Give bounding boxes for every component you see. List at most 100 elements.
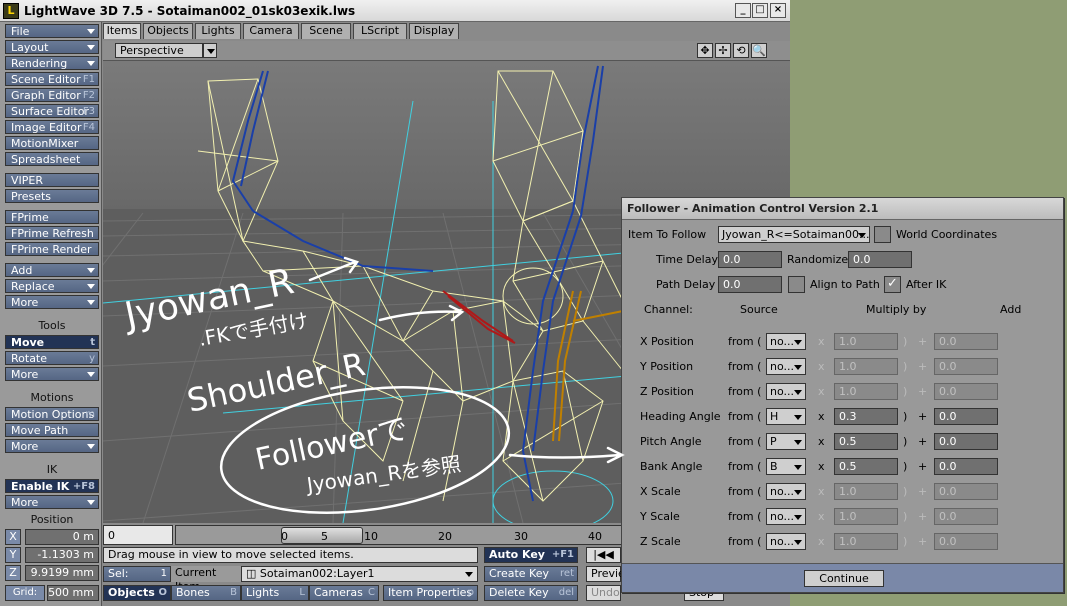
multiply-field-z-position[interactable]: 1.0 [834,383,898,400]
tab-objects[interactable]: Objects [143,23,193,39]
add-field-z-position[interactable]: 0.0 [934,383,998,400]
randomize-field[interactable]: 0.0 [848,251,912,268]
frame-slider-track[interactable]: 0 5 10 20 30 40 50 [175,525,676,545]
viper-button[interactable]: VIPER [5,173,99,187]
preview-button[interactable]: Previe [586,566,625,582]
first-frame-button[interactable]: |◀◀ [586,547,621,563]
image-editor-button[interactable]: Image Editor F4 [5,120,99,134]
source-select-pitch-angle[interactable]: P [766,433,806,450]
view-mode-dropdown[interactable] [203,43,217,58]
motions-more-menu[interactable]: More [5,439,99,453]
multiply-field-z-scale[interactable]: 1.0 [834,533,898,550]
fprime-refresh-button[interactable]: FPrime Refresh [5,226,99,240]
path-delay-field[interactable]: 0.0 [718,276,782,293]
ik-more-menu[interactable]: More [5,495,99,509]
fprime-button[interactable]: FPrime [5,210,99,224]
replace-menu[interactable]: Replace [5,279,99,293]
spreadsheet-button[interactable]: Spreadsheet [5,152,99,166]
source-select-x-position[interactable]: no... [766,333,806,350]
close-paren: ) [903,360,908,373]
tab-items[interactable]: Items [103,23,141,39]
delete-key-button[interactable]: Delete Key del [484,585,578,601]
current-item-select[interactable]: ◫ Sotaiman002:Layer1 [241,566,478,582]
zoom-view-icon[interactable]: 🔍 [751,43,767,58]
menu-file[interactable]: File [5,24,99,38]
enable-ik-button[interactable]: Enable IK +F8 [5,479,99,493]
tab-scene[interactable]: Scene [301,23,351,39]
multiply-field-pitch-angle[interactable]: 0.5 [834,433,898,450]
pan-view-icon[interactable]: ✢ [715,43,731,58]
multiply-field-x-scale[interactable]: 1.0 [834,483,898,500]
tab-lights[interactable]: Lights [195,23,241,39]
tab-lscript[interactable]: LScript [353,23,407,39]
rotate-tool-button[interactable]: Rotate y [5,351,99,365]
position-x-field[interactable]: 0 m [25,529,99,545]
multiply-field-y-scale[interactable]: 1.0 [834,508,898,525]
presets-button[interactable]: Presets [5,189,99,203]
motion-options-button[interactable]: Motion Options m [5,407,99,421]
maximize-button[interactable]: □ [752,3,768,18]
tools-more-menu[interactable]: More [5,367,99,381]
mode-cameras-button[interactable]: Cameras C [309,585,379,601]
graph-editor-button[interactable]: Graph Editor F2 [5,88,99,102]
minimize-button[interactable]: _ [735,3,751,18]
fprime-render-button[interactable]: FPrime Render [5,242,99,256]
surface-editor-button[interactable]: Surface Editor F3 [5,104,99,118]
multiply-operator: x [818,435,825,448]
auto-key-button[interactable]: Auto Key +F1 [484,547,578,563]
continue-button[interactable]: Continue [804,570,884,587]
multiply-field-heading-angle[interactable]: 0.3 [834,408,898,425]
add-field-y-scale[interactable]: 0.0 [934,508,998,525]
after-ik-checkbox[interactable] [884,276,901,293]
multiply-field-bank-angle[interactable]: 0.5 [834,458,898,475]
view-mode-select[interactable]: Perspective [115,43,203,58]
add-field-z-scale[interactable]: 0.0 [934,533,998,550]
add-field-heading-angle[interactable]: 0.0 [934,408,998,425]
grid-size-field[interactable]: 500 mm [47,585,99,601]
move-view-icon[interactable]: ✥ [697,43,713,58]
source-select-heading-angle[interactable]: H [766,408,806,425]
source-select-bank-angle[interactable]: B [766,458,806,475]
tab-camera[interactable]: Camera [243,23,299,39]
create-key-button[interactable]: Create Key ret [484,566,578,582]
source-select-z-scale[interactable]: no... [766,533,806,550]
source-select-y-position[interactable]: no... [766,358,806,375]
multiply-operator: x [818,535,825,548]
item-properties-button[interactable]: Item Properties p [383,585,478,601]
source-select-y-scale[interactable]: no... [766,508,806,525]
lightwave-app-icon: L [3,3,19,19]
source-select-x-scale[interactable]: no... [766,483,806,500]
align-to-path-checkbox[interactable] [788,276,805,293]
menu-layout[interactable]: Layout [5,40,99,54]
mode-bones-button[interactable]: Bones B [171,585,241,601]
add-field-y-position[interactable]: 0.0 [934,358,998,375]
add-field-x-scale[interactable]: 0.0 [934,483,998,500]
scene-editor-button[interactable]: Scene Editor F1 [5,72,99,86]
add-field-x-position[interactable]: 0.0 [934,333,998,350]
source-select-z-position[interactable]: no... [766,383,806,400]
motionmixer-button[interactable]: MotionMixer [5,136,99,150]
move-path-button[interactable]: Move Path [5,423,99,437]
multiply-operator: x [818,510,825,523]
move-tool-button[interactable]: Move t [5,335,99,349]
plus-operator: + [918,435,928,448]
mode-objects-button[interactable]: Objects O [103,585,171,601]
current-frame-field[interactable]: 0 [103,525,173,545]
position-z-field[interactable]: 9.9199 mm [25,565,99,581]
item-to-follow-select[interactable]: Jyowan_R<=Sotaiman00... [718,226,870,243]
time-delay-field[interactable]: 0.0 [718,251,782,268]
more-menu[interactable]: More [5,295,99,309]
undo-button[interactable]: Undo [586,585,621,601]
tab-display[interactable]: Display [409,23,459,39]
position-y-field[interactable]: -1.1303 m [25,547,99,563]
multiply-field-y-position[interactable]: 1.0 [834,358,898,375]
rotate-view-icon[interactable]: ⟲ [733,43,749,58]
close-button[interactable]: × [770,3,786,18]
menu-rendering[interactable]: Rendering [5,56,99,70]
multiply-field-x-position[interactable]: 1.0 [834,333,898,350]
add-field-bank-angle[interactable]: 0.0 [934,458,998,475]
world-coordinates-checkbox[interactable] [874,226,891,243]
add-menu[interactable]: Add [5,263,99,277]
add-field-pitch-angle[interactable]: 0.0 [934,433,998,450]
mode-lights-button[interactable]: Lights L [241,585,309,601]
